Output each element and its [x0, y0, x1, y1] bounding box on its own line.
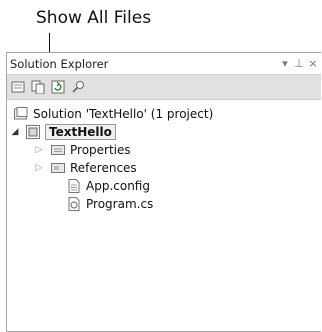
view-class-diagram-icon: [72, 81, 84, 93]
tree-node-properties[interactable]: ▷ Properties: [7, 141, 321, 159]
panel-titlebar: Solution Explorer ▾ ⊥ ×: [7, 53, 321, 74]
csharp-project-icon: [26, 125, 40, 139]
solution-explorer-panel: Solution Explorer ▾ ⊥ × Solution 'TextHe…: [6, 52, 321, 332]
tree-node-app-config[interactable]: App.config: [7, 177, 321, 195]
references-folder-icon: [51, 163, 65, 173]
refresh-icon: [51, 80, 65, 94]
expand-arrow-icon[interactable]: ▷: [34, 145, 44, 155]
properties-button[interactable]: [10, 79, 26, 95]
refresh-button[interactable]: [50, 79, 66, 95]
solution-icon: [14, 107, 28, 120]
properties-folder-icon: [51, 145, 65, 155]
tree-item-label: App.config: [86, 179, 150, 193]
show-all-files-icon: [31, 80, 45, 94]
tree-node-solution[interactable]: Solution 'TextHello' (1 project): [7, 105, 321, 123]
dropdown-icon[interactable]: ▾: [279, 57, 291, 70]
solution-label: Solution 'TextHello' (1 project): [33, 107, 214, 121]
expand-arrow-open-icon[interactable]: ◢: [10, 127, 20, 137]
tree-node-references[interactable]: ▷ References: [7, 159, 321, 177]
solution-explorer-toolbar: [7, 74, 321, 100]
expand-arrow-icon[interactable]: ▷: [34, 163, 44, 173]
tree-node-project[interactable]: ◢ TextHello: [7, 123, 321, 141]
tree-item-label: Properties: [70, 143, 131, 157]
project-label: TextHello: [45, 124, 116, 140]
show-all-files-callout: Show All Files: [36, 8, 152, 28]
config-file-icon: [68, 179, 80, 193]
tree-item-label: Program.cs: [86, 197, 154, 211]
solution-tree: Solution 'TextHello' (1 project) ◢ TextH…: [7, 100, 321, 213]
pin-icon[interactable]: ⊥: [293, 57, 305, 70]
view-class-diagram-button[interactable]: [70, 79, 86, 95]
tree-node-program-cs[interactable]: Program.cs: [7, 195, 321, 213]
close-icon[interactable]: ×: [307, 57, 319, 70]
tree-item-label: References: [70, 161, 137, 175]
properties-icon: [11, 81, 25, 93]
csharp-file-icon: [68, 197, 80, 211]
panel-title: Solution Explorer: [10, 56, 109, 71]
show-all-files-button[interactable]: [30, 79, 46, 95]
